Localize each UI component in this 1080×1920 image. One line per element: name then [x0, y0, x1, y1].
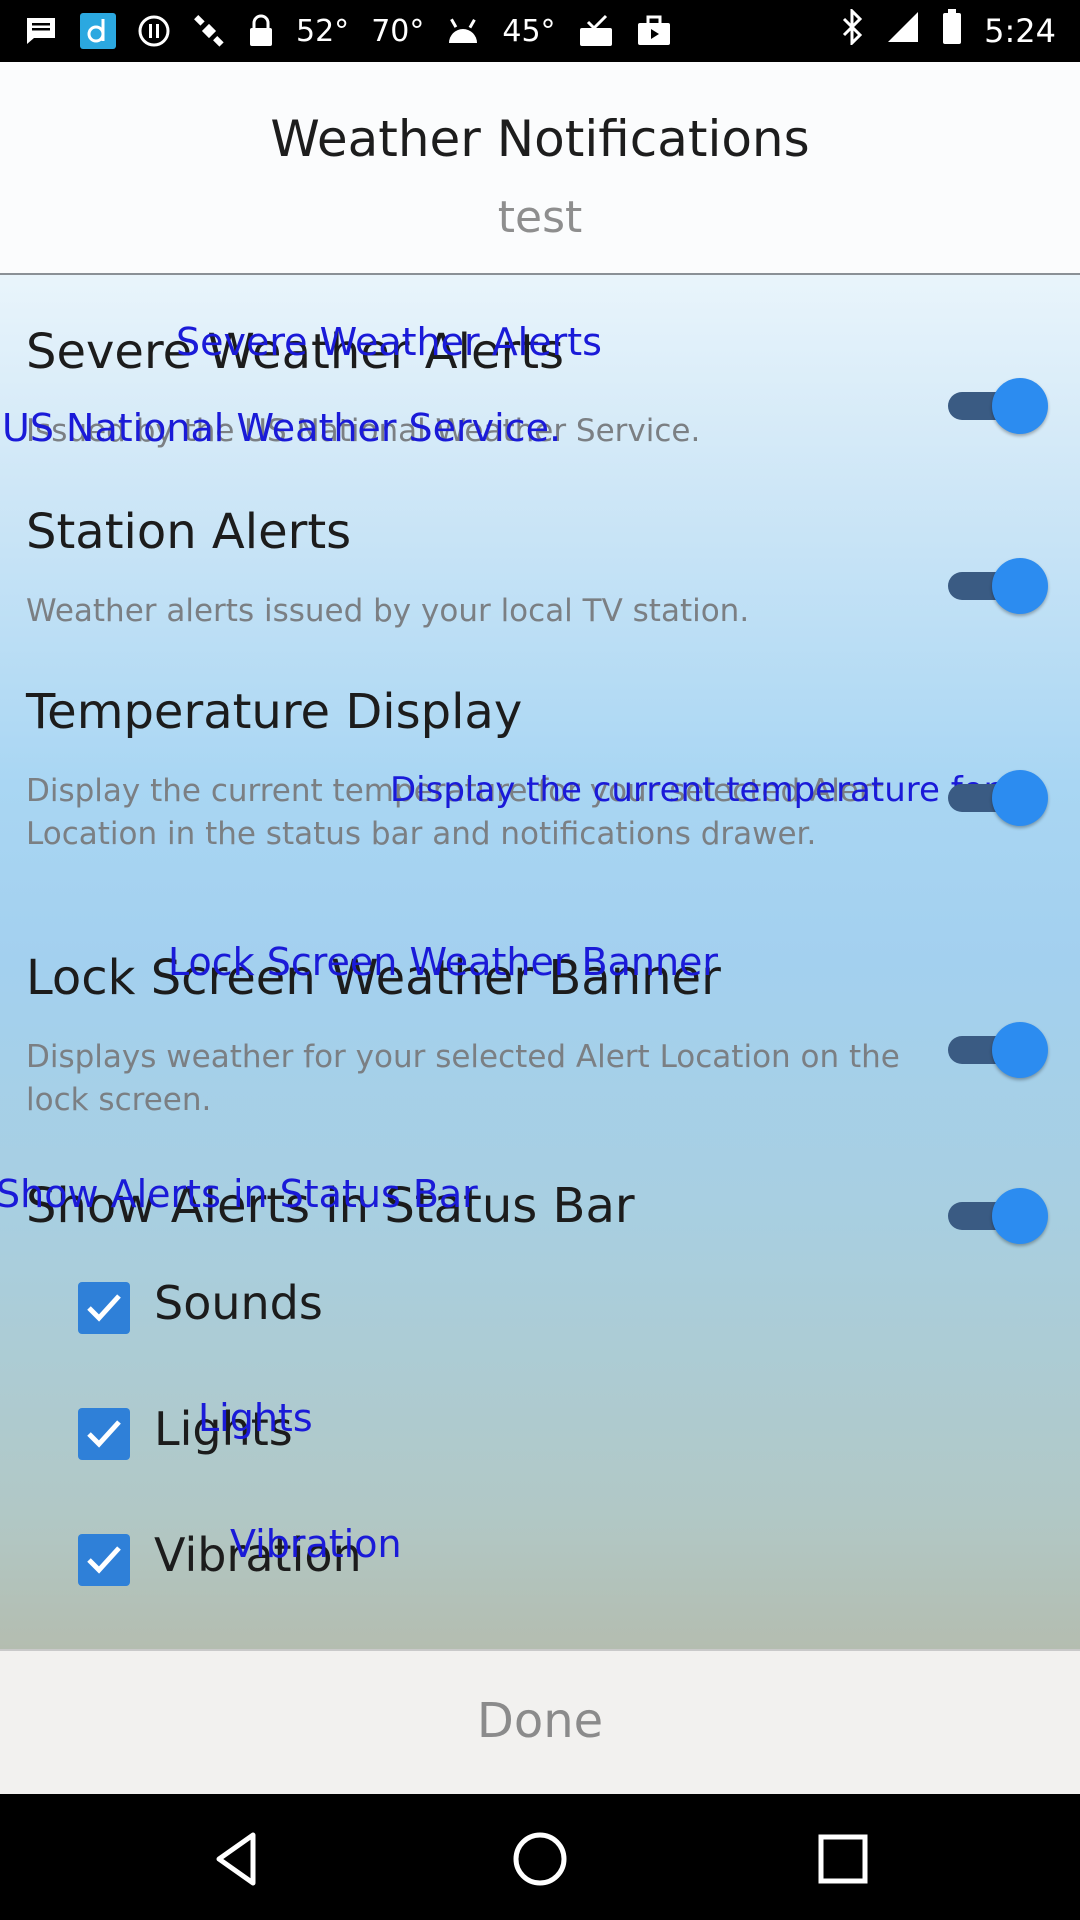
setting-title: Temperature Display — [26, 684, 523, 740]
bluetooth-icon — [840, 7, 864, 53]
back-icon — [216, 1832, 256, 1886]
status-temp-1: 52° — [296, 13, 350, 49]
done-label: Done — [476, 1693, 604, 1749]
setting-station-alerts[interactable]: Station Alerts Weather alerts issued by … — [0, 504, 1080, 684]
notification-icons: 52° 70° 45° — [24, 10, 672, 52]
checkmark-icon — [87, 1294, 121, 1322]
setting-temperature-display[interactable]: Temperature Display Display the current … — [0, 684, 1080, 954]
status-bar: 52° 70° 45° 5:24 — [0, 0, 1080, 62]
lock-icon — [248, 14, 274, 48]
recents-button[interactable] — [808, 1824, 878, 1894]
vibration-checkbox[interactable] — [78, 1534, 130, 1586]
setting-title: Station Alerts — [26, 504, 352, 560]
android-icon — [446, 17, 480, 45]
page-subtitle: test — [497, 192, 583, 243]
message-icon — [24, 15, 58, 47]
overlay-label: Lights — [198, 1396, 313, 1440]
station-alerts-toggle[interactable] — [948, 558, 1048, 614]
overlay-label: Vibration — [230, 1522, 402, 1566]
setting-description: Weather alerts issued by your local TV s… — [26, 593, 750, 629]
header: Weather Notifications test — [0, 62, 1080, 275]
clock: 5:24 — [984, 12, 1056, 50]
satellite-icon — [192, 14, 226, 48]
overlay-label: Show Alerts in Status Bar — [0, 1172, 478, 1216]
overlay-label: Severe Weather Alerts — [176, 320, 602, 364]
navigation-bar — [0, 1794, 1080, 1920]
system-status: 5:24 — [840, 7, 1056, 53]
info-icon — [138, 15, 170, 47]
option-vibration[interactable]: Vibration Vibration — [78, 1522, 678, 1590]
toggle-thumb — [992, 558, 1048, 614]
page-title: Weather Notifications — [270, 110, 810, 168]
toggle-thumb — [992, 378, 1048, 434]
overlay-label: US National Weather Service. — [2, 406, 562, 450]
briefcase-icon — [636, 15, 672, 47]
inbox-check-icon — [578, 14, 614, 48]
show-alerts-toggle[interactable] — [948, 1188, 1048, 1244]
battery-icon — [942, 9, 962, 53]
weather-notifications-screen: Weather Notifications test Severe Weathe… — [0, 62, 1080, 1794]
severe-alerts-toggle[interactable] — [948, 378, 1048, 434]
checkmark-icon — [87, 1546, 121, 1574]
home-button[interactable] — [505, 1824, 575, 1894]
lock-screen-banner-toggle[interactable] — [948, 1022, 1048, 1078]
lights-checkbox[interactable] — [78, 1408, 130, 1460]
recents-icon — [818, 1834, 868, 1884]
toggle-thumb — [992, 1022, 1048, 1078]
signal-icon — [886, 10, 920, 52]
setting-description: Displays weather for your selected Alert… — [26, 1039, 900, 1118]
checkmark-icon — [87, 1420, 121, 1448]
status-temp-3: 45° — [502, 13, 556, 49]
app-d-icon — [80, 13, 116, 49]
status-temp-2: 70° — [371, 13, 425, 49]
overlay-label: Display the current temperature for — [390, 770, 998, 810]
temperature-display-toggle[interactable] — [948, 770, 1048, 826]
setting-lock-screen-banner[interactable]: Lock Screen Weather Banner Displays weat… — [0, 940, 1080, 1170]
setting-severe-weather-alerts[interactable]: Severe Weather Alerts Issued by the US N… — [0, 320, 1080, 504]
sounds-checkbox[interactable] — [78, 1282, 130, 1334]
toggle-thumb — [992, 770, 1048, 826]
option-label: Sounds — [154, 1276, 323, 1330]
back-button[interactable] — [202, 1824, 272, 1894]
done-button[interactable]: Done — [0, 1649, 1080, 1794]
home-icon — [513, 1832, 567, 1886]
option-lights[interactable]: Lights Lights — [78, 1396, 678, 1464]
toggle-thumb — [992, 1188, 1048, 1244]
option-sounds[interactable]: Sounds — [78, 1276, 678, 1338]
setting-show-alerts-status-bar[interactable]: Show Alerts in Status Bar Show Alerts in… — [0, 1172, 1080, 1268]
overlay-label: Lock Screen Weather Banner — [168, 940, 719, 984]
